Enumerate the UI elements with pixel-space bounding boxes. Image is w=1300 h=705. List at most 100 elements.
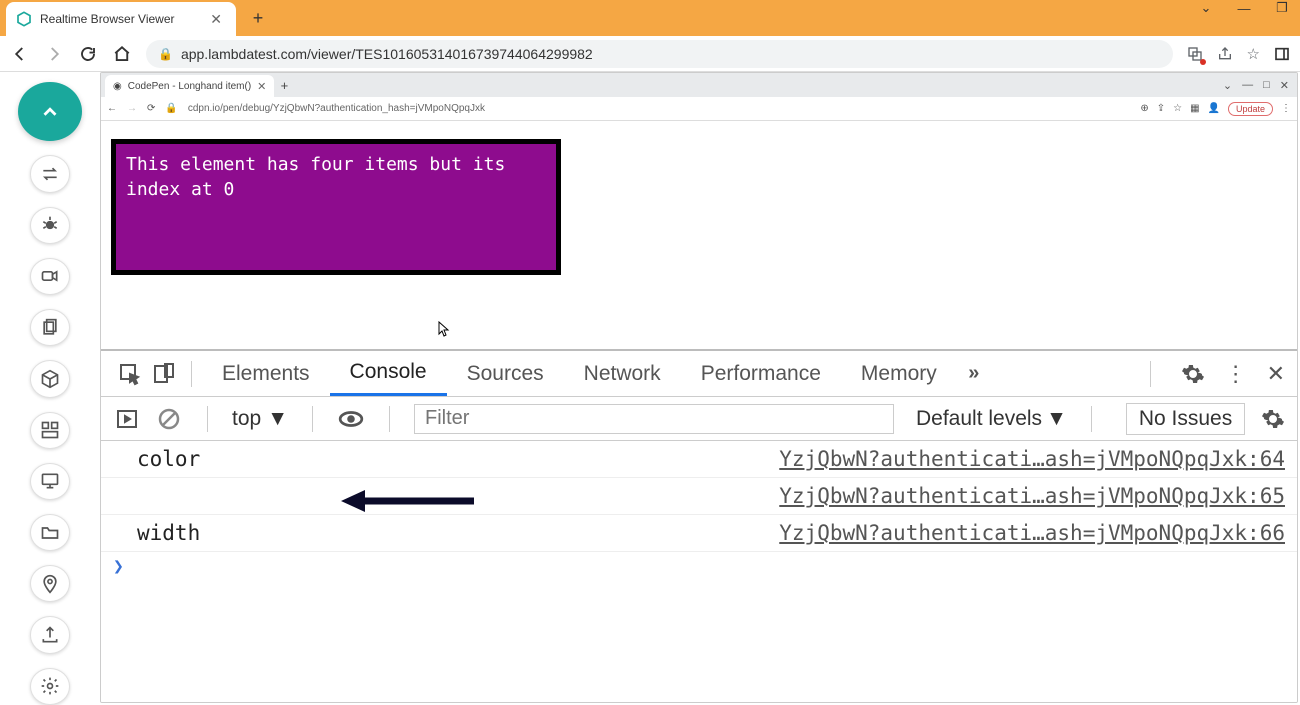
outer-window-controls: ⌄ — ❐ xyxy=(1196,0,1300,16)
filter-input[interactable] xyxy=(414,404,894,434)
upload-icon[interactable] xyxy=(30,616,70,653)
annotation-arrow-icon xyxy=(339,487,479,515)
new-tab-button[interactable]: + xyxy=(244,4,272,32)
home-icon[interactable] xyxy=(112,44,132,64)
extension-icon[interactable]: ▦ xyxy=(1190,103,1199,114)
reload-icon[interactable] xyxy=(78,44,98,64)
back-icon[interactable] xyxy=(10,44,30,64)
separator xyxy=(389,406,390,432)
close-icon[interactable]: ✕ xyxy=(1267,361,1285,387)
maximize-icon[interactable]: □ xyxy=(1263,79,1270,92)
outer-titlebar: Realtime Browser Viewer ✕ + ⌄ — ❐ xyxy=(0,0,1300,36)
menu-icon[interactable]: ⋮ xyxy=(1281,103,1291,114)
log-row: YzjQbwN?authenticati…ash=jVMpoNQpqJxk:65 xyxy=(101,478,1297,515)
update-button[interactable]: Update xyxy=(1228,102,1273,116)
share-icon[interactable] xyxy=(1217,46,1233,62)
issues-button[interactable]: No Issues xyxy=(1126,403,1245,435)
close-icon[interactable]: ✕ xyxy=(206,11,226,28)
layout-icon[interactable] xyxy=(30,412,70,449)
log-source-link[interactable]: YzjQbwN?authenticati…ash=jVMpoNQpqJxk:64 xyxy=(779,447,1285,471)
context-selector[interactable]: top ▼ xyxy=(232,407,288,431)
tab-memory[interactable]: Memory xyxy=(841,351,957,396)
outer-browser-tab[interactable]: Realtime Browser Viewer ✕ xyxy=(6,2,236,36)
package-icon[interactable] xyxy=(30,360,70,397)
levels-label: Default levels xyxy=(916,407,1042,431)
inner-url-text[interactable]: cdpn.io/pen/debug/YzjQbwN?authentication… xyxy=(188,103,1130,114)
demo-element: This element has four items but its inde… xyxy=(111,139,561,275)
separator xyxy=(191,361,192,387)
folder-icon[interactable] xyxy=(30,514,70,551)
separator xyxy=(1150,361,1151,387)
inner-new-tab-button[interactable]: + xyxy=(274,78,294,93)
minimize-icon[interactable]: — xyxy=(1234,1,1254,16)
forward-icon[interactable]: → xyxy=(127,103,137,114)
lock-icon: 🔒 xyxy=(165,103,177,114)
copy-icon[interactable] xyxy=(30,309,70,346)
separator xyxy=(312,406,313,432)
minimize-icon[interactable]: — xyxy=(1242,79,1253,92)
inner-browser-tab[interactable]: ◉ CodePen - Longhand item() ✕ xyxy=(105,75,274,97)
translate-icon[interactable] xyxy=(1187,46,1203,62)
profile-icon[interactable]: 👤 xyxy=(1208,103,1220,114)
maximize-icon[interactable]: ❐ xyxy=(1272,0,1292,16)
inner-toolbar: ← → ⟳ 🔒 cdpn.io/pen/debug/YzjQbwN?authen… xyxy=(101,97,1297,121)
lock-icon: 🔒 xyxy=(158,47,173,61)
monitor-icon[interactable] xyxy=(30,463,70,500)
page-viewport[interactable]: This element has four items but its inde… xyxy=(101,121,1297,349)
codepen-favicon-icon: ◉ xyxy=(113,81,122,92)
back-icon[interactable]: ← xyxy=(107,103,117,114)
gear-icon[interactable] xyxy=(30,668,70,705)
lambdatest-favicon-icon xyxy=(16,11,32,27)
clear-console-icon[interactable] xyxy=(155,407,183,431)
outer-url-bar[interactable]: 🔒 app.lambdatest.com/viewer/TES101605314… xyxy=(146,40,1173,68)
tab-elements[interactable]: Elements xyxy=(202,351,330,396)
outer-tab-title: Realtime Browser Viewer xyxy=(40,12,175,26)
switch-icon[interactable] xyxy=(30,155,70,192)
chevron-down-icon[interactable]: ⌄ xyxy=(1223,79,1232,92)
log-levels-selector[interactable]: Default levels ▼ xyxy=(916,407,1067,431)
device-toggle-icon[interactable] xyxy=(147,362,181,386)
tab-performance[interactable]: Performance xyxy=(681,351,841,396)
chevron-down-icon: ▼ xyxy=(267,407,288,431)
side-panel-icon[interactable] xyxy=(1274,46,1290,62)
close-icon[interactable]: ✕ xyxy=(1280,79,1289,92)
bug-icon[interactable] xyxy=(30,207,70,244)
mouse-cursor-icon xyxy=(438,321,448,335)
collapse-fab-button[interactable] xyxy=(18,82,82,141)
inner-tabbar: ◉ CodePen - Longhand item() ✕ + ⌄ — □ ✕ xyxy=(101,73,1297,97)
share-icon[interactable]: ⇪ xyxy=(1157,103,1165,114)
gear-icon[interactable] xyxy=(1181,362,1205,386)
kebab-menu-icon[interactable]: ⋮ xyxy=(1225,361,1247,387)
outer-url-text: app.lambdatest.com/viewer/TES10160531401… xyxy=(181,46,593,62)
tab-network[interactable]: Network xyxy=(564,351,681,396)
log-row: color YzjQbwN?authenticati…ash=jVMpoNQpq… xyxy=(101,441,1297,478)
log-source-link[interactable]: YzjQbwN?authenticati…ash=jVMpoNQpqJxk:65 xyxy=(779,484,1285,508)
tab-console[interactable]: Console xyxy=(330,351,447,396)
gear-icon[interactable] xyxy=(1261,407,1285,431)
forward-icon[interactable] xyxy=(44,44,64,64)
demo-element-text: This element has four items but its inde… xyxy=(126,154,505,200)
log-message: width xyxy=(137,521,200,545)
star-icon[interactable]: ☆ xyxy=(1173,103,1182,114)
tab-sources[interactable]: Sources xyxy=(447,351,564,396)
log-message: color xyxy=(137,447,200,471)
devtools-tabbar: Elements Console Sources Network Perform… xyxy=(101,351,1297,397)
separator xyxy=(1091,406,1092,432)
video-icon[interactable] xyxy=(30,258,70,295)
inspect-element-icon[interactable] xyxy=(113,362,147,386)
chevron-down-icon[interactable]: ⌄ xyxy=(1196,0,1216,16)
location-icon[interactable] xyxy=(30,565,70,602)
star-icon[interactable]: ☆ xyxy=(1247,45,1260,63)
live-expression-icon[interactable] xyxy=(337,406,365,432)
console-prompt[interactable]: ❯ xyxy=(101,552,1297,581)
more-tabs-icon[interactable]: » xyxy=(957,362,991,385)
outer-toolbar: 🔒 app.lambdatest.com/viewer/TES101605314… xyxy=(0,36,1300,72)
remote-browser-window: ◉ CodePen - Longhand item() ✕ + ⌄ — □ ✕ … xyxy=(100,72,1298,703)
zoom-icon[interactable]: ⊕ xyxy=(1140,103,1148,114)
log-source-link[interactable]: YzjQbwN?authenticati…ash=jVMpoNQpqJxk:66 xyxy=(779,521,1285,545)
reload-icon[interactable]: ⟳ xyxy=(147,103,155,114)
console-drawer-icon[interactable] xyxy=(113,407,141,431)
close-icon[interactable]: ✕ xyxy=(257,80,266,93)
separator xyxy=(207,406,208,432)
console-output[interactable]: color YzjQbwN?authenticati…ash=jVMpoNQpq… xyxy=(101,441,1297,702)
